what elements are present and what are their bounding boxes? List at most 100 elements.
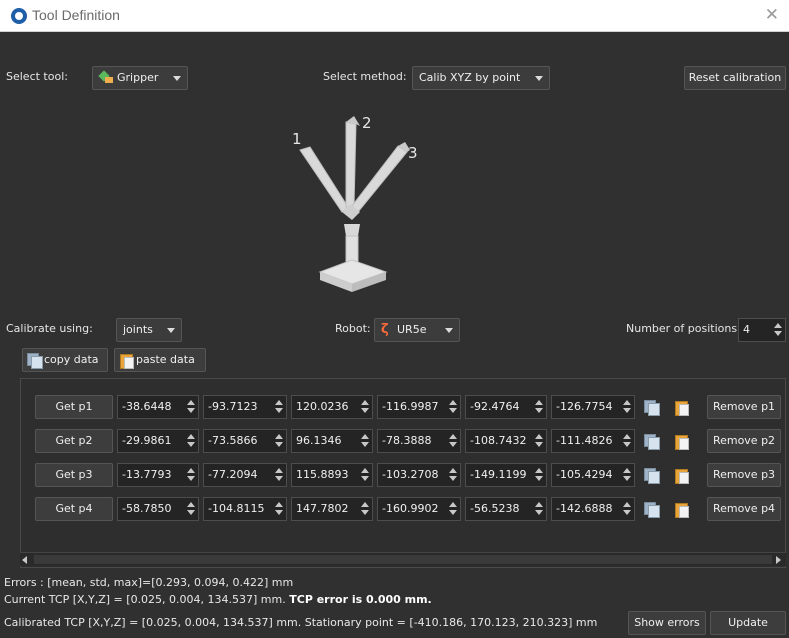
get-p1-button[interactable]: Get p1 (35, 395, 113, 419)
horizontal-scrollbar[interactable] (20, 552, 786, 566)
method-select[interactable]: Calib XYZ by point (412, 66, 550, 90)
joint-input[interactable]: 115.8893 (291, 463, 373, 487)
scroll-left-icon[interactable] (22, 556, 27, 564)
paste-row-button[interactable] (669, 463, 693, 487)
chevron-down-icon (535, 76, 543, 81)
tool-select[interactable]: Gripper (92, 66, 188, 90)
paste-icon (674, 468, 689, 484)
spin-arrows-icon[interactable] (361, 433, 370, 449)
joint-input[interactable]: -38.6448 (117, 395, 199, 419)
spin-arrows-icon[interactable] (275, 433, 284, 449)
robot-select[interactable]: ζ UR5e (374, 318, 460, 342)
spin-arrows-icon[interactable] (361, 501, 370, 517)
copy-row-button[interactable] (639, 497, 663, 521)
joint-input[interactable]: -116.9987 (377, 395, 461, 419)
spin-arrows-icon[interactable] (535, 399, 544, 415)
spin-arrows-icon[interactable] (187, 433, 196, 449)
paste-icon (119, 353, 134, 369)
get-p4-button[interactable]: Get p4 (35, 497, 113, 521)
joint-input[interactable]: 96.1346 (291, 429, 373, 453)
remove-p4-button[interactable]: Remove p4 (707, 497, 781, 521)
joint-value: -92.4764 (470, 400, 520, 413)
spin-arrows-icon[interactable] (449, 467, 458, 483)
spin-arrows-icon[interactable] (275, 399, 284, 415)
joint-input[interactable]: -58.7850 (117, 497, 199, 521)
copy-row-button[interactable] (639, 463, 663, 487)
joint-input[interactable]: -126.7754 (551, 395, 635, 419)
show-errors-button[interactable]: Show errors (628, 611, 706, 635)
scrollbar-thumb[interactable] (34, 555, 772, 564)
joint-input[interactable]: -78.3888 (377, 429, 461, 453)
paste-row-button[interactable] (669, 429, 693, 453)
spin-arrows-icon[interactable] (361, 399, 370, 415)
close-icon[interactable]: ✕ (765, 5, 779, 25)
spin-arrows-icon[interactable] (535, 501, 544, 517)
joint-input[interactable]: -111.4826 (551, 429, 635, 453)
get-p3-button[interactable]: Get p3 (35, 463, 113, 487)
chevron-down-icon (445, 328, 453, 333)
joint-input[interactable]: -160.9902 (377, 497, 461, 521)
spin-arrows-icon[interactable] (623, 399, 632, 415)
joint-value: -103.2708 (382, 468, 439, 481)
joint-input[interactable]: -92.4764 (465, 395, 547, 419)
joint-input[interactable]: -29.9861 (117, 429, 199, 453)
paste-row-button[interactable] (669, 395, 693, 419)
copy-row-button[interactable] (639, 429, 663, 453)
spin-arrows-icon[interactable] (623, 433, 632, 449)
remove-p2-button[interactable]: Remove p2 (707, 429, 781, 453)
joint-value: -58.7850 (122, 502, 172, 515)
joint-input[interactable]: -13.7793 (117, 463, 199, 487)
paste-icon (674, 434, 689, 450)
spin-arrows-icon[interactable] (449, 433, 458, 449)
joint-input[interactable]: -93.7123 (203, 395, 287, 419)
ur-robot-icon: ζ (381, 322, 389, 337)
spin-arrows-icon[interactable] (535, 467, 544, 483)
scroll-right-icon[interactable] (776, 556, 781, 564)
copy-icon (644, 400, 660, 416)
joint-input[interactable]: -77.2094 (203, 463, 287, 487)
spin-arrows-icon[interactable] (774, 322, 783, 338)
joint-input[interactable]: -73.5866 (203, 429, 287, 453)
remove-p1-button[interactable]: Remove p1 (707, 395, 781, 419)
paste-data-button[interactable]: paste data (114, 348, 206, 372)
joint-input[interactable]: -105.4294 (551, 463, 635, 487)
calibrate-using-select[interactable]: joints (116, 318, 182, 342)
spin-arrows-icon[interactable] (187, 467, 196, 483)
paste-row-button[interactable] (669, 497, 693, 521)
update-button[interactable]: Update (710, 611, 786, 635)
joint-value: -142.6888 (556, 502, 613, 515)
get-p2-button[interactable]: Get p2 (35, 429, 113, 453)
reset-calibration-button[interactable]: Reset calibration (684, 66, 786, 90)
spin-arrows-icon[interactable] (449, 501, 458, 517)
joint-value: -104.8115 (208, 502, 265, 515)
joint-value: 147.7802 (296, 502, 349, 515)
spin-arrows-icon[interactable] (623, 501, 632, 517)
copy-data-button[interactable]: copy data (22, 348, 108, 372)
spin-arrows-icon[interactable] (275, 467, 284, 483)
joint-input[interactable]: -108.7432 (465, 429, 547, 453)
joint-input[interactable]: -103.2708 (377, 463, 461, 487)
copy-icon (27, 353, 43, 369)
copy-icon (644, 502, 660, 518)
spin-arrows-icon[interactable] (275, 501, 284, 517)
spin-arrows-icon[interactable] (187, 399, 196, 415)
spin-arrows-icon[interactable] (361, 467, 370, 483)
joint-input[interactable]: -104.8115 (203, 497, 287, 521)
joint-input[interactable]: -142.6888 (551, 497, 635, 521)
spin-arrows-icon[interactable] (535, 433, 544, 449)
joint-value: 115.8893 (296, 468, 349, 481)
joint-input[interactable]: -56.5238 (465, 497, 547, 521)
copy-row-button[interactable] (639, 395, 663, 419)
joint-value: -105.4294 (556, 468, 613, 481)
joint-input[interactable]: -149.1199 (465, 463, 547, 487)
joint-input[interactable]: 120.0236 (291, 395, 373, 419)
spin-arrows-icon[interactable] (623, 467, 632, 483)
copy-icon (644, 468, 660, 484)
dialog-content: Select tool: Gripper Select method: Cali… (0, 32, 789, 638)
remove-p3-button[interactable]: Remove p3 (707, 463, 781, 487)
spin-arrows-icon[interactable] (449, 399, 458, 415)
number-of-positions-spinbox[interactable]: 4 (738, 318, 786, 342)
spin-arrows-icon[interactable] (187, 501, 196, 517)
joint-input[interactable]: 147.7802 (291, 497, 373, 521)
tcp-calibration-diagram: 1 2 3 (292, 114, 418, 292)
